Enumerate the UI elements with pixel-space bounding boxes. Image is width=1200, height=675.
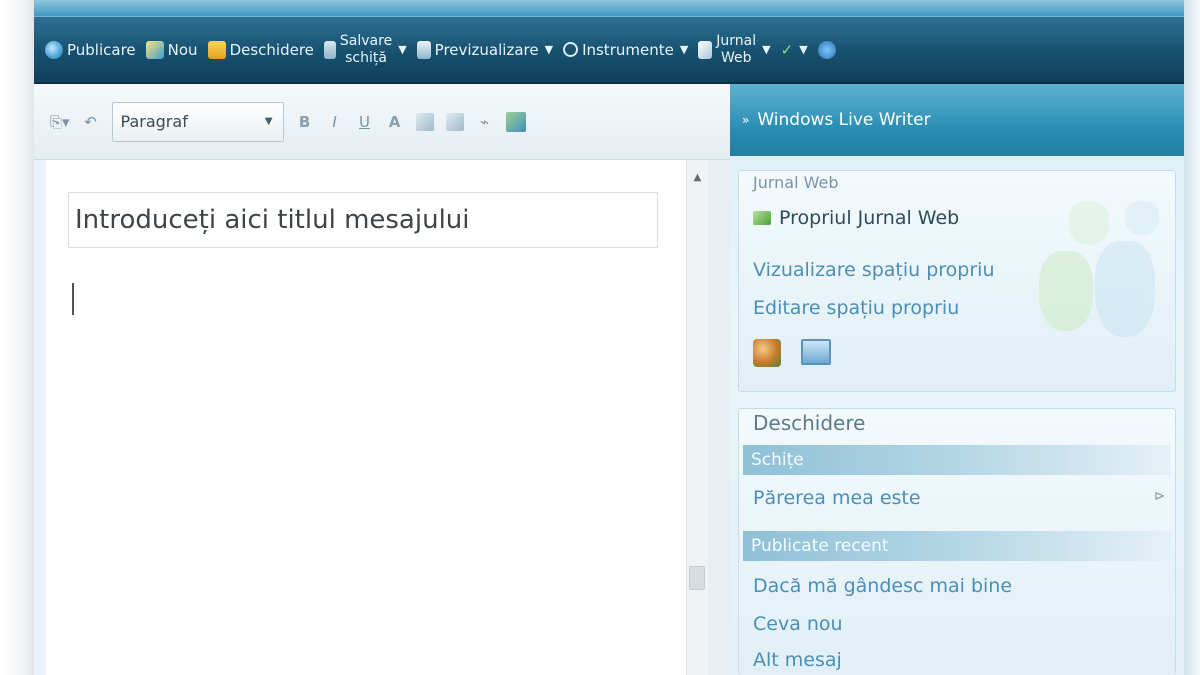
windows-live-logo-watermark	[1029, 201, 1169, 351]
help-button[interactable]	[815, 38, 839, 62]
blog-name: Propriul Jurnal Web	[779, 207, 960, 229]
blog-label-line1: Jurnal	[716, 32, 757, 49]
recent-section-header: Publicate recent	[743, 531, 1171, 561]
spell-check-button[interactable]: ✓ ▼	[778, 38, 811, 62]
people-icon[interactable]	[753, 339, 781, 367]
post-editor[interactable]: Introduceți aici titlul mesajului	[46, 160, 686, 675]
chevron-down-icon[interactable]: ▼	[680, 43, 688, 56]
save-icon	[323, 40, 336, 59]
underline-icon: U	[359, 112, 371, 131]
blog-label-line2: Web	[720, 49, 752, 66]
sidebar: » Windows Live Writer Jurnal Web Propriu…	[730, 84, 1184, 675]
insert-link-button[interactable]: ⌁	[476, 110, 494, 134]
save-draft-label-line2: schiță	[345, 49, 387, 66]
scroll-up-icon[interactable]: ▲	[687, 166, 708, 188]
numbered-list-button[interactable]	[415, 110, 434, 134]
paragraph-style-select[interactable]: Paragraf ▼	[111, 101, 284, 142]
recent-item[interactable]: Alt mesaj	[753, 649, 842, 671]
blog-icon	[698, 40, 713, 59]
blog-panel-title: Jurnal Web	[753, 173, 839, 192]
gear-icon	[563, 42, 579, 57]
sidebar-header[interactable]: » Windows Live Writer	[730, 84, 1184, 156]
publish-label: Publicare	[67, 40, 136, 59]
window-right-edge	[1184, 0, 1200, 675]
screen-icon[interactable]	[801, 339, 831, 365]
new-button[interactable]: Nou	[143, 38, 201, 62]
save-draft-button[interactable]: Salvare schiță ▼	[321, 30, 410, 70]
folder-icon	[207, 40, 226, 59]
collapse-arrows-icon[interactable]: »	[742, 113, 749, 127]
insert-picture-button[interactable]	[505, 110, 526, 134]
open-panel-title: Deschidere	[753, 411, 866, 435]
numbered-list-icon	[415, 112, 434, 131]
post-title-placeholder: Introduceți aici titlul mesajului	[75, 205, 470, 235]
preview-button[interactable]: Previzualizare ▼	[414, 38, 556, 62]
new-post-icon	[145, 40, 164, 59]
blog-button[interactable]: Jurnal Web ▼	[695, 30, 773, 70]
italic-button[interactable]: I	[326, 110, 344, 134]
blog-panel: Jurnal Web Propriul Jurnal Web Vizualiza…	[738, 170, 1176, 392]
paste-icon[interactable]: ⎘▾	[50, 110, 70, 134]
pin-icon[interactable]: ⊳	[1154, 489, 1165, 504]
tools-label: Instrumente	[582, 40, 674, 59]
chevron-down-icon: ▼	[264, 116, 273, 127]
undo-icon[interactable]: ↶	[82, 110, 100, 134]
recent-item[interactable]: Dacă mă gândesc mai bine	[753, 575, 1012, 597]
text-cursor	[72, 283, 74, 315]
picture-icon	[505, 111, 526, 132]
chevron-down-icon[interactable]: ▼	[799, 43, 807, 56]
format-toolbar: ⎘▾ ↶ Paragraf ▼ B I U A ⌁	[34, 84, 730, 160]
recent-item[interactable]: Ceva nou	[753, 613, 843, 635]
chevron-down-icon[interactable]: ▼	[762, 43, 770, 56]
new-label: Nou	[167, 40, 198, 59]
blog-label: Jurnal Web	[716, 33, 756, 67]
preview-icon	[416, 40, 431, 59]
open-panel: Deschidere Schițe Părerea mea este ⊳ Pub…	[738, 408, 1176, 675]
blog-account-icon	[753, 211, 771, 225]
window-left-edge	[0, 0, 34, 675]
save-draft-label: Salvare schiță	[340, 33, 392, 67]
font-color-button[interactable]: A	[386, 110, 404, 134]
title-bar	[34, 0, 1184, 16]
post-title-input[interactable]: Introduceți aici titlul mesajului	[68, 192, 658, 248]
chevron-down-icon[interactable]: ▼	[545, 43, 553, 56]
tools-button[interactable]: Instrumente ▼	[560, 38, 691, 62]
preview-label: Previzualizare	[434, 40, 539, 59]
open-label: Deschidere	[229, 40, 314, 59]
bold-icon: B	[298, 112, 311, 131]
bold-button[interactable]: B	[296, 110, 314, 134]
publish-button[interactable]: Publicare	[42, 38, 139, 62]
bullet-list-icon	[445, 112, 464, 131]
publish-icon	[45, 40, 63, 59]
bullet-list-button[interactable]	[445, 110, 464, 134]
underline-button[interactable]: U	[356, 110, 374, 134]
help-icon	[817, 40, 836, 59]
scroll-thumb[interactable]	[689, 566, 705, 590]
font-color-icon: A	[388, 112, 401, 131]
link-icon: ⌁	[480, 112, 490, 131]
editor-scrollbar[interactable]: ▲	[686, 160, 708, 675]
edit-space-link[interactable]: Editare spațiu propriu	[753, 297, 959, 319]
blog-name-row[interactable]: Propriul Jurnal Web	[753, 207, 959, 229]
save-draft-label-line1: Salvare	[339, 32, 393, 49]
italic-icon: I	[332, 112, 337, 131]
blog-panel-icons	[753, 339, 831, 367]
open-button[interactable]: Deschidere	[205, 38, 317, 62]
chevron-down-icon[interactable]: ▼	[398, 43, 406, 56]
sidebar-header-title: Windows Live Writer	[757, 110, 931, 130]
draft-item[interactable]: Părerea mea este	[753, 487, 921, 509]
paragraph-style-value: Paragraf	[120, 112, 188, 131]
editor-gutter	[708, 160, 730, 675]
checkmark-icon: ✓	[780, 40, 794, 59]
view-space-link[interactable]: Vizualizare spațiu propriu	[753, 259, 995, 281]
main-toolbar: Publicare Nou Deschidere Salvare schiță …	[34, 16, 1184, 84]
drafts-section-header: Schițe	[743, 445, 1171, 475]
